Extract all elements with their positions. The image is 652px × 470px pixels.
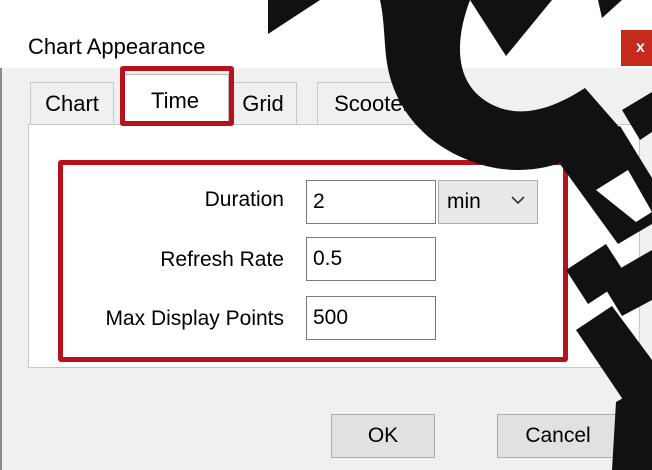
ok-button[interactable]: OK xyxy=(331,414,435,458)
close-icon: x xyxy=(636,39,645,56)
tab-scooter[interactable]: Scooter xyxy=(317,82,427,124)
window-title: Chart Appearance xyxy=(28,34,206,59)
chart-appearance-dialog: Chart Appearance x Chart Time Grid Scoot… xyxy=(0,0,652,470)
tab-grid[interactable]: Grid xyxy=(229,82,297,124)
time-tab-highlight xyxy=(120,66,234,126)
title-bar: Chart Appearance x xyxy=(0,0,652,68)
tab-chart[interactable]: Chart xyxy=(30,82,114,124)
fields-highlight xyxy=(58,160,568,362)
close-button[interactable]: x xyxy=(621,30,652,66)
cancel-button[interactable]: Cancel xyxy=(497,414,619,458)
